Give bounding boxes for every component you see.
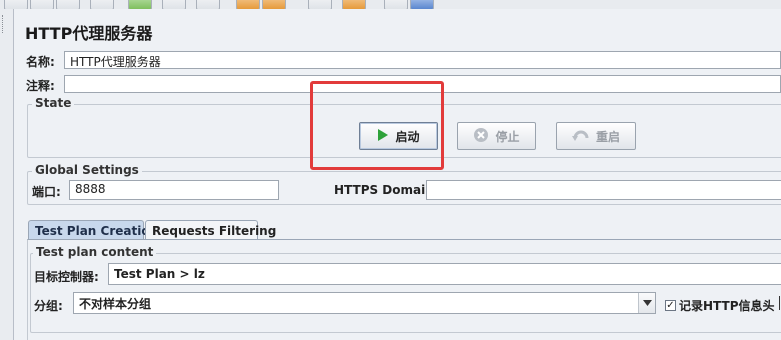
restart-icon — [571, 127, 590, 146]
stop-circle-icon — [473, 127, 489, 146]
target-controller-label: 目标控制器: — [34, 270, 99, 284]
state-group-title: State — [32, 96, 75, 110]
tab-test-plan-creation[interactable]: Test Plan Creation — [28, 220, 158, 240]
record-http-checkbox[interactable]: ✓ — [665, 300, 676, 311]
record-http-label: 记录HTTP信息头 — [679, 299, 775, 313]
name-field[interactable]: HTTP代理服务器 — [64, 51, 781, 69]
grouping-value: 不对样本分组 — [79, 296, 152, 311]
grouping-select[interactable]: 不对样本分组 — [73, 292, 656, 314]
target-controller-value: Test Plan > lz — [114, 267, 205, 281]
restart-button-label: 重启 — [595, 129, 620, 144]
restart-button[interactable]: 重启 — [556, 122, 636, 150]
test-plan-content-title: Test plan content — [33, 245, 157, 259]
port-field[interactable]: 8888 — [69, 180, 279, 200]
target-controller-select[interactable]: Test Plan > lz — [108, 263, 781, 285]
highlight-box — [310, 81, 444, 170]
comment-label: 注释: — [26, 79, 55, 93]
tab-requests-filtering[interactable]: Requests Filtering — [145, 220, 276, 240]
stop-button[interactable]: 停止 — [457, 122, 536, 150]
name-label: 名称: — [26, 55, 55, 69]
https-domains-field[interactable] — [426, 180, 781, 200]
port-label: 端口: — [32, 185, 61, 199]
global-settings-title: Global Settings — [32, 163, 142, 177]
page-title: HTTP代理服务器 — [25, 24, 153, 43]
grouping-label: 分组: — [34, 299, 63, 313]
record-http-headers[interactable]: ✓ 记录HTTP信息头 — [665, 297, 775, 314]
tree-pane-edge — [0, 9, 14, 340]
stop-button-label: 停止 — [495, 129, 520, 144]
chevron-down-icon[interactable] — [638, 293, 655, 313]
separator — [779, 296, 780, 310]
